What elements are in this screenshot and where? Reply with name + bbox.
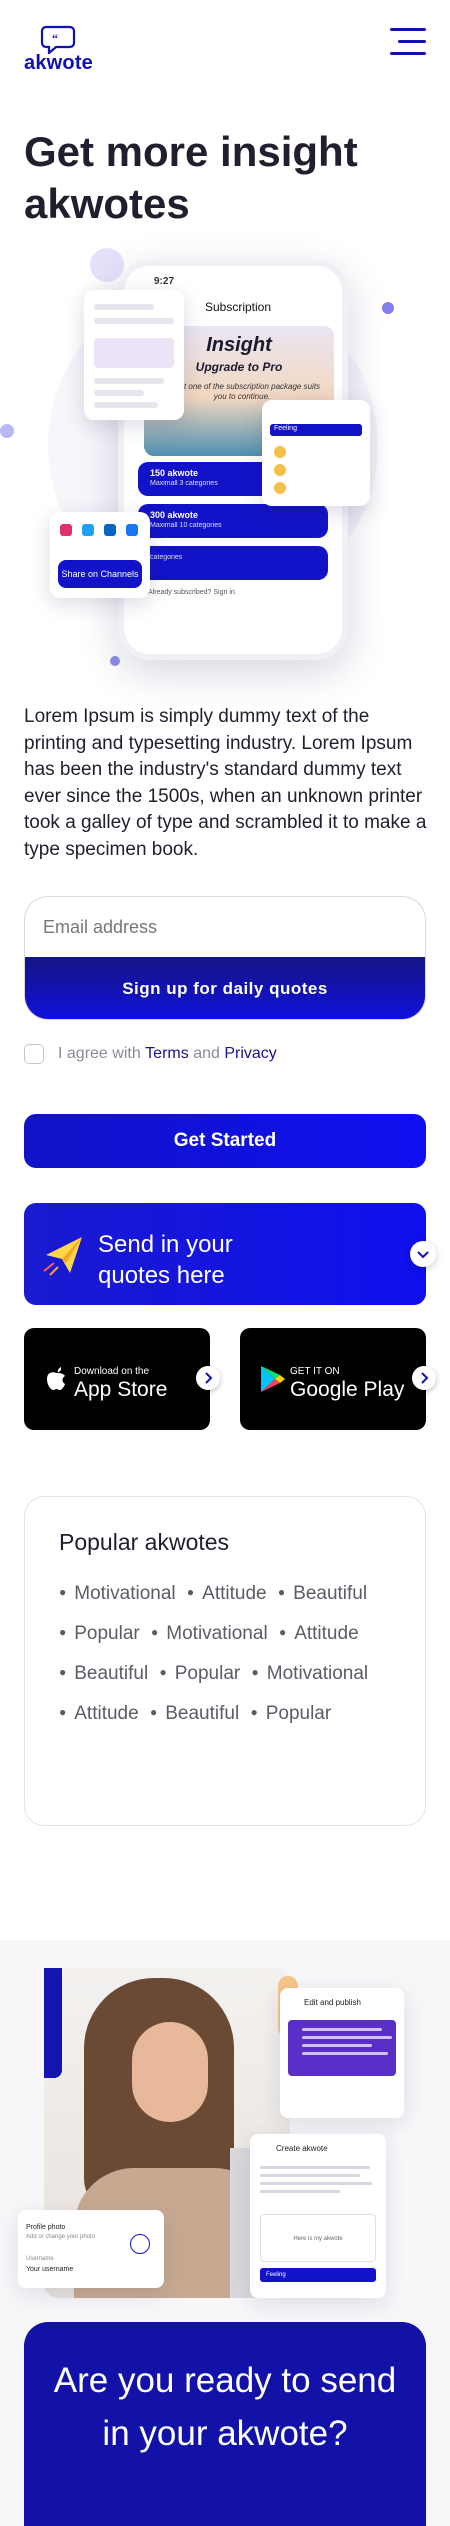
feeling-select: Feeling xyxy=(270,424,362,436)
page-title: Get more insight akwotes xyxy=(24,128,358,227)
app-store-button[interactable]: Download on the App Store xyxy=(24,1328,220,1430)
search-card-mockup xyxy=(84,290,184,420)
linkedin-icon xyxy=(104,524,116,536)
tag-item[interactable]: ● Motivational xyxy=(151,1623,268,1644)
chevron-right-icon xyxy=(412,1366,436,1390)
tag-item[interactable]: ● Motivational xyxy=(252,1663,369,1684)
privacy-link[interactable]: Privacy xyxy=(224,1045,276,1063)
tag-item[interactable]: ● Popular xyxy=(59,1623,140,1644)
send-quotes-line1: Send in your xyxy=(98,1231,233,1258)
share-on-channels-button: Share on Channels xyxy=(58,560,142,588)
tag-item[interactable]: ● Popular xyxy=(159,1663,240,1684)
create-feeling-select: Feeling xyxy=(260,2268,376,2282)
send-quotes-banner[interactable]: Send in your quotes here xyxy=(24,1203,436,1305)
edit-publish-mockup: Edit and publish xyxy=(280,1988,404,2118)
phone-footer-text: Already subscribed? Sign in. xyxy=(148,589,237,596)
app-store-big-text: App Store xyxy=(74,1378,168,1401)
agree-text: I agree with xyxy=(58,1045,141,1062)
tag-item[interactable]: ● Beautiful xyxy=(278,1583,367,1604)
hero-illustration: 9:27 Subscription Insight Upgrade to Pro… xyxy=(0,240,450,680)
create-akwote-mockup: Create akwote Here is my akwote Feeling xyxy=(250,2134,386,2298)
tag-item[interactable]: ● Beautiful xyxy=(150,1703,239,1724)
instagram-icon xyxy=(60,524,72,536)
tag-item[interactable]: ● Attitude xyxy=(279,1623,359,1644)
chevron-down-icon[interactable] xyxy=(410,1241,436,1267)
terms-agreement: I agree with Terms and Privacy xyxy=(24,1043,277,1065)
chevron-right-icon xyxy=(196,1366,220,1390)
emoji-icon xyxy=(274,464,286,476)
app-store-small-text: Download on the xyxy=(74,1366,150,1377)
svg-text:“: “ xyxy=(52,31,58,45)
decor-dot xyxy=(0,424,14,438)
username-label: Username xyxy=(26,2256,54,2262)
terms-link[interactable]: Terms xyxy=(145,1045,189,1063)
avatar-icon xyxy=(130,2234,150,2254)
showcase-section: Edit and publish Create akwote Here is m… xyxy=(0,1940,450,2526)
phone-time: 9:27 xyxy=(154,276,175,287)
agree-and-text: and xyxy=(193,1045,220,1062)
create-textarea: Here is my akwote xyxy=(260,2214,376,2262)
facebook-icon xyxy=(126,524,138,536)
tag-item[interactable]: ● Popular xyxy=(250,1703,331,1724)
feeling-label: Feeling xyxy=(274,425,297,432)
profile-photo-label: Profile photo xyxy=(26,2224,66,2231)
logo-text: akwote xyxy=(24,52,94,74)
profile-photo-hint: Add or change your photo xyxy=(26,2234,96,2240)
share-card-mockup: Share on Channels xyxy=(50,512,150,598)
username-value: Your username xyxy=(26,2266,74,2273)
decor-dot xyxy=(382,302,394,314)
create-title: Create akwote xyxy=(276,2144,328,2153)
plan-option: categories xyxy=(138,546,328,580)
feeling-card-mockup: Feeling xyxy=(262,400,370,506)
signup-button[interactable]: Sign up for daily quotes xyxy=(25,957,425,1019)
tag-item[interactable]: ● Attitude xyxy=(59,1703,139,1724)
popular-akwotes-card: Popular akwotes ● Motivational ● Attitude … xyxy=(24,1496,426,1826)
plan-detail: Maximall 3 categories xyxy=(150,480,218,487)
plan-detail: Maximall 10 categories xyxy=(150,522,222,529)
paper-plane-icon xyxy=(43,1237,82,1276)
decor-strip xyxy=(44,1968,62,2078)
tag-item[interactable]: ● Motivational xyxy=(59,1583,176,1604)
apple-logo-icon xyxy=(47,1367,65,1390)
hamburger-menu-icon[interactable] xyxy=(390,28,426,56)
google-play-small-text: GET IT ON xyxy=(290,1366,340,1377)
twitter-icon xyxy=(82,524,94,536)
quote-preview xyxy=(288,2020,396,2076)
plan-title: 300 akwote xyxy=(150,510,199,520)
email-field[interactable] xyxy=(25,897,425,957)
tag-item[interactable]: ● Beautiful xyxy=(59,1663,148,1684)
decor-dot xyxy=(110,656,120,666)
cta-title: Are you ready to send in your akwote? xyxy=(53,2361,397,2453)
emoji-icon xyxy=(274,482,286,494)
intro-paragraph: Lorem Ipsum is simply dummy text of the … xyxy=(24,706,427,860)
brand-logo[interactable]: “ akwote xyxy=(24,24,104,80)
get-started-button[interactable]: Get Started xyxy=(24,1114,426,1168)
google-play-big-text: Google Play xyxy=(290,1378,405,1401)
send-quotes-text: Send in your quotes here xyxy=(98,1229,298,1291)
send-quotes-line2: quotes here xyxy=(98,1262,225,1289)
cta-banner: Are you ready to send in your akwote? xyxy=(24,2322,426,2526)
signup-form: Sign up for daily quotes xyxy=(24,896,426,1020)
speech-bubble-icon: “ xyxy=(40,25,76,54)
edit-title: Edit and publish xyxy=(304,1998,361,2007)
profile-card-mockup: Profile photo Add or change your photo U… xyxy=(18,2210,164,2288)
tag-item[interactable]: ● Attitude xyxy=(187,1583,267,1604)
plan-detail: categories xyxy=(150,554,183,561)
google-play-button[interactable]: GET IT ON Google Play xyxy=(240,1328,436,1430)
google-play-icon xyxy=(261,1366,285,1392)
site-header: “ akwote xyxy=(0,0,450,90)
decor-dot xyxy=(90,248,124,282)
emoji-icon xyxy=(274,446,286,458)
popular-title: Popular akwotes xyxy=(59,1529,230,1555)
phone-description: Select one of the subscription package s… xyxy=(163,382,321,401)
agree-checkbox[interactable] xyxy=(24,1044,44,1064)
plan-option: 300 akwote Maximall 10 categories xyxy=(138,504,328,538)
popular-tag-list: ● Motivational ● Attitude ● Beautiful ● Popu… xyxy=(59,1573,409,1733)
